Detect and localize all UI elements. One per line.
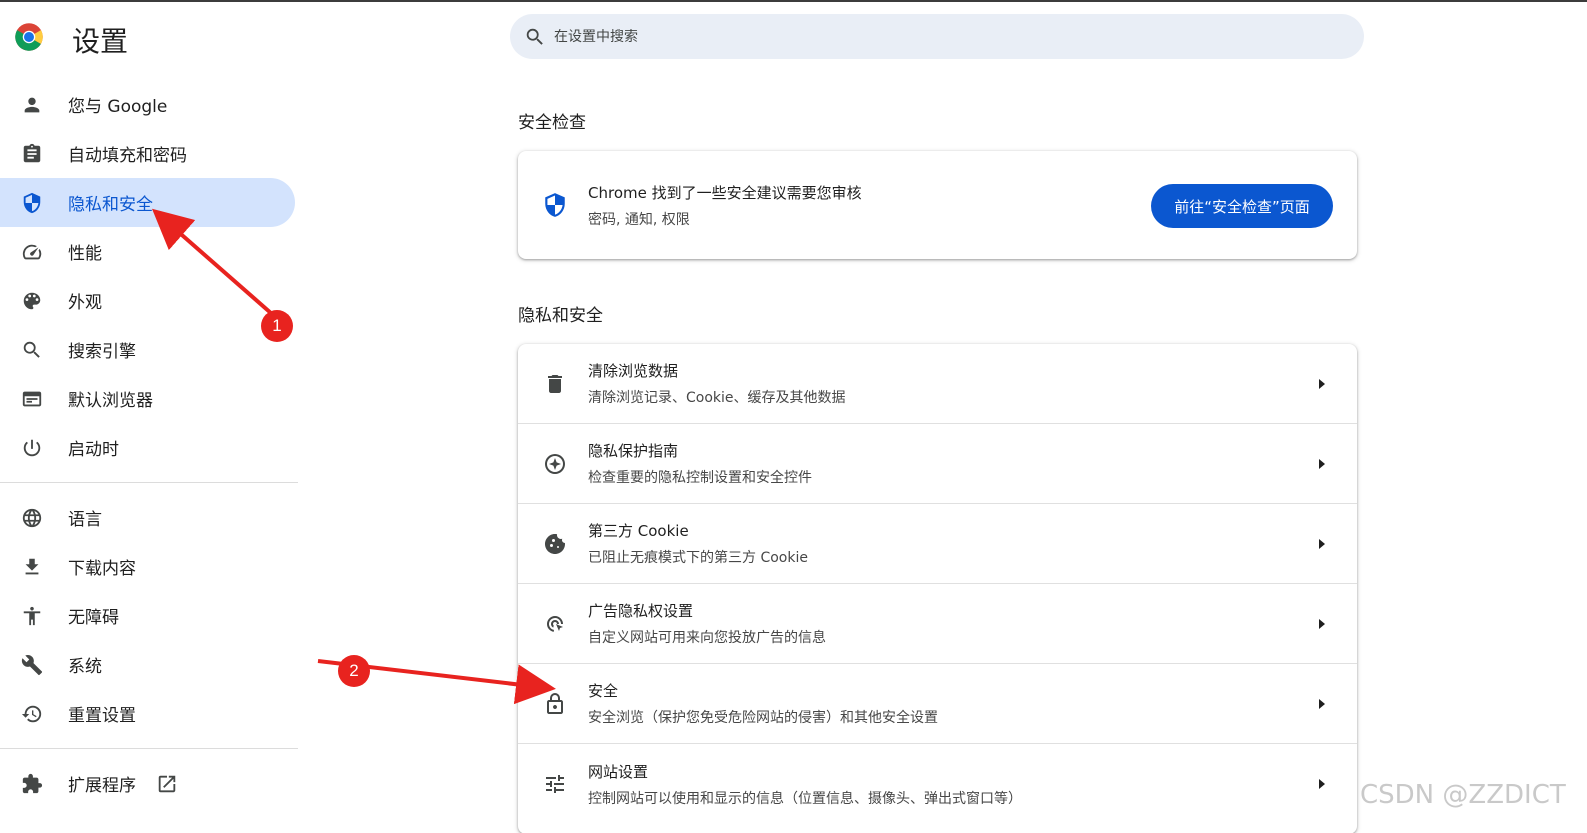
sidebar-item-label: 外观 [68,293,102,313]
top-border [0,0,1587,2]
sidebar-item-label: 默认浏览器 [68,391,153,411]
row-subtitle: 控制网站可以使用和显示的信息（位置信息、摄像头、弹出式窗口等） [588,790,1022,807]
open-in-new-icon [156,773,178,795]
sidebar: 您与 Google 自动填充和密码 隐私和安全 性能 外观 搜索引擎 默认浏览器… [0,80,300,808]
search-icon [20,338,44,362]
lock-icon [542,691,568,717]
row-privacy-guide[interactable]: 隐私保护指南检查重要的隐私控制设置和安全控件 [518,424,1357,504]
trash-icon [542,371,568,397]
row-title: 隐私保护指南 [588,442,679,460]
safety-check-details: 密码, 通知, 权限 [588,211,690,228]
sidebar-item-label: 搜索引擎 [68,342,136,362]
row-subtitle: 自定义网站可用来向您投放广告的信息 [588,630,826,646]
sidebar-item-default-browser[interactable]: 默认浏览器 [0,374,300,423]
sidebar-item-appearance[interactable]: 外观 [0,276,300,325]
arrow-right-icon [1315,536,1329,552]
row-subtitle: 清除浏览记录、Cookie、缓存及其他数据 [588,390,846,406]
row-title: 清除浏览数据 [588,362,679,380]
sidebar-divider [0,748,298,749]
row-subtitle: 安全浏览（保护您免受危险网站的侵害）和其他安全设置 [588,710,938,726]
sidebar-item-label: 隐私和安全 [68,195,153,215]
person-icon [20,93,44,117]
annotation-badge-2: 2 [338,655,370,687]
compass-icon [542,451,568,477]
sidebar-item-on-startup[interactable]: 启动时 [0,423,300,472]
sidebar-item-reset-settings[interactable]: 重置设置 [0,689,300,738]
sidebar-item-label: 扩展程序 [68,776,136,796]
search-bar[interactable] [510,14,1364,59]
ad-privacy-icon [542,611,568,637]
sidebar-item-system[interactable]: 系统 [0,640,300,689]
row-third-party-cookies[interactable]: 第三方 Cookie 已阻止无痕模式下的第三方 Cookie [518,504,1357,584]
accessibility-icon [20,604,44,628]
sidebar-item-label: 启动时 [68,440,119,460]
globe-icon [20,506,44,530]
sidebar-item-label: 重置设置 [68,706,136,726]
row-subtitle: 检查重要的隐私控制设置和安全控件 [588,470,812,486]
sidebar-item-accessibility[interactable]: 无障碍 [0,591,300,640]
sidebar-item-label: 性能 [68,244,102,264]
sidebar-item-autofill[interactable]: 自动填充和密码 [0,129,300,178]
annotation-badge-1: 1 [261,310,293,342]
shield-icon [20,191,44,215]
row-subtitle: 已阻止无痕模式下的第三方 Cookie [588,550,808,566]
row-title: 网站设置 [588,762,649,781]
row-site-settings[interactable]: 网站设置控制网站可以使用和显示的信息（位置信息、摄像头、弹出式窗口等） [518,744,1357,824]
row-security[interactable]: 安全安全浏览（保护您免受危险网站的侵害）和其他安全设置 [518,664,1357,744]
arrow-right-icon [1315,776,1329,792]
privacy-card: 清除浏览数据清除浏览记录、Cookie、缓存及其他数据 隐私保护指南检查重要的隐… [518,344,1357,833]
sidebar-item-label: 无障碍 [68,608,119,628]
history-icon [20,702,44,726]
wrench-icon [20,653,44,677]
arrow-right-icon [1315,456,1329,472]
sidebar-item-privacy-security[interactable]: 隐私和安全 [0,178,295,227]
safety-check-text: Chrome 找到了一些安全建议需要您审核 密码, 通知, 权限 [588,182,862,229]
sidebar-item-label: 下载内容 [68,559,136,579]
browser-icon [20,387,44,411]
safety-check-message: Chrome 找到了一些安全建议需要您审核 [588,183,862,202]
speedometer-icon [20,240,44,264]
row-title: 安全 [588,682,619,700]
row-clear-browsing-data[interactable]: 清除浏览数据清除浏览记录、Cookie、缓存及其他数据 [518,344,1357,424]
row-ad-privacy[interactable]: 广告隐私权设置自定义网站可用来向您投放广告的信息 [518,584,1357,664]
sidebar-item-search-engine[interactable]: 搜索引擎 [0,325,300,374]
page-title: 设置 [72,25,129,58]
sliders-icon [542,771,568,797]
sidebar-item-label: 语言 [68,510,102,530]
row-title: 第三方 Cookie [588,522,689,540]
sidebar-item-languages[interactable]: 语言 [0,493,300,542]
sidebar-divider [0,482,298,483]
palette-icon [20,289,44,313]
clipboard-icon [20,142,44,166]
arrow-right-icon [1315,696,1329,712]
download-icon [20,555,44,579]
safety-check-title: 安全检查 [518,113,586,133]
sidebar-item-performance[interactable]: 性能 [0,227,300,276]
sidebar-item-label: 您与 Google [68,97,168,117]
puzzle-icon [20,772,44,796]
search-icon [526,28,543,45]
power-icon [20,436,44,460]
safety-check-card: Chrome 找到了一些安全建议需要您审核 密码, 通知, 权限 前往“安全检查… [518,151,1357,259]
search-input[interactable] [554,28,1254,45]
row-title: 广告隐私权设置 [588,602,694,620]
go-to-safety-check-button[interactable]: 前往“安全检查”页面 [1151,184,1333,228]
chrome-logo-icon [15,23,43,51]
arrow-right-icon [1315,376,1329,392]
shield-icon [545,193,565,217]
cookie-icon [542,531,568,557]
watermark: CSDN @ZZDICT [1360,780,1566,810]
sidebar-item-extensions[interactable]: 扩展程序 [0,759,300,808]
privacy-section-title: 隐私和安全 [518,306,603,326]
arrow-right-icon [1315,616,1329,632]
sidebar-item-downloads[interactable]: 下载内容 [0,542,300,591]
sidebar-item-you-and-google[interactable]: 您与 Google [0,80,300,129]
sidebar-item-label: 自动填充和密码 [68,146,187,166]
sidebar-item-label: 系统 [68,657,102,677]
